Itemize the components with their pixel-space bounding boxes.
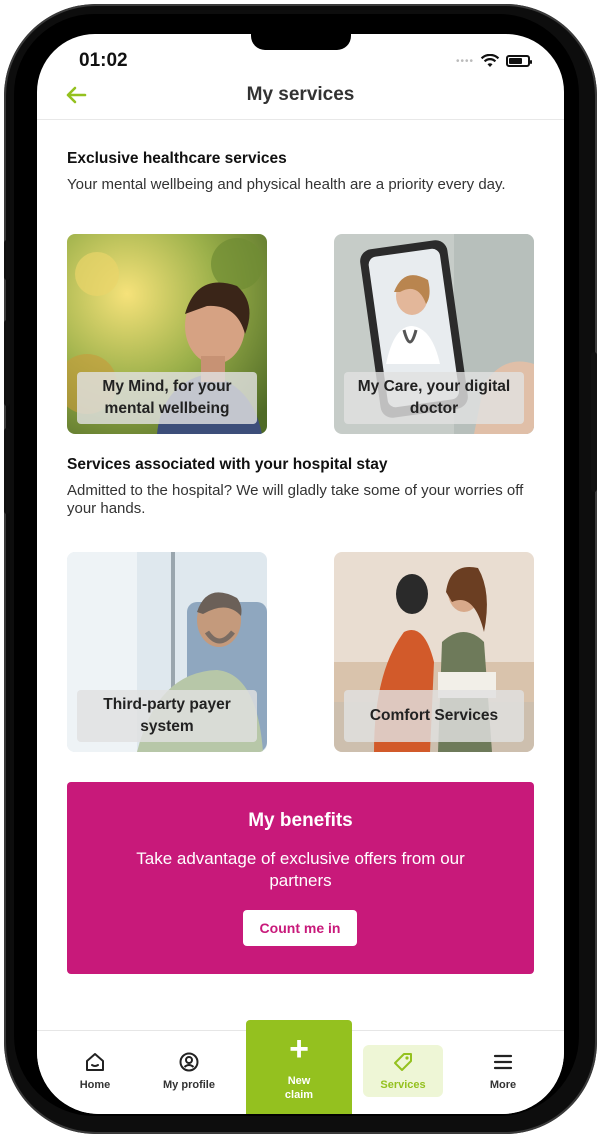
nav-services[interactable]: Services [363,1045,443,1097]
section-heading: Services associated with your hospital s… [67,456,388,473]
section-heading: Exclusive healthcare services [67,150,287,167]
new-claim-button[interactable]: + New claim [246,1020,352,1114]
card-comfort-services[interactable]: Comfort Services [334,552,534,752]
section-hospital: Services associated with your hospital s… [67,456,534,518]
status-bar: 01:02 •••• [37,48,564,78]
tag-icon [394,1053,412,1071]
new-claim-label: New claim [284,1075,314,1101]
side-button [4,240,10,280]
menu-icon [493,1054,513,1070]
side-button [4,320,10,406]
nav-label: My profile [163,1079,215,1091]
section-exclusive: Exclusive healthcare services Your menta… [67,150,534,194]
status-time: 01:02 [79,50,128,71]
side-button [591,352,597,492]
card-my-care[interactable]: My Care, your digital doctor [334,234,534,434]
card-label: Third-party payer system [77,690,257,742]
nav-my-profile[interactable]: My profile [149,1045,229,1097]
nav-label: Home [79,1079,111,1091]
card-label: My Mind, for your mental wellbeing [77,372,257,424]
side-button [4,428,10,514]
nav-label: Services [380,1079,426,1091]
nav-more[interactable]: More [463,1045,543,1097]
plus-icon: + [289,1030,309,1068]
benefits-text: Take advantage of exclusive offers from … [136,849,465,890]
battery-icon [506,55,532,67]
profile-icon [179,1052,199,1072]
page-title: My services [246,84,355,105]
benefits-banner: My benefits Take advantage of exclusive … [67,782,534,974]
card-label: My Care, your digital doctor [344,372,524,424]
section-description: Your mental wellbeing and physical healt… [67,176,506,193]
card-label: Comfort Services [344,690,524,742]
card-my-mind[interactable]: My Mind, for your mental wellbeing [67,234,267,434]
section-description: Admitted to the hospital? We will gladly… [67,482,524,517]
nav-home[interactable]: Home [55,1045,135,1097]
screen: 01:02 •••• My services Exclusive healthc… [37,34,564,1114]
benefits-title: My benefits [248,810,353,831]
signal-icon: •••• [455,55,474,67]
app-header: My services [37,78,564,120]
count-me-in-button[interactable]: Count me in [243,910,357,946]
wifi-icon [480,54,500,67]
status-icons: •••• [455,54,532,68]
card-third-party[interactable]: Third-party payer system [67,552,267,752]
nav-label: More [489,1079,517,1091]
home-icon [86,1053,104,1071]
